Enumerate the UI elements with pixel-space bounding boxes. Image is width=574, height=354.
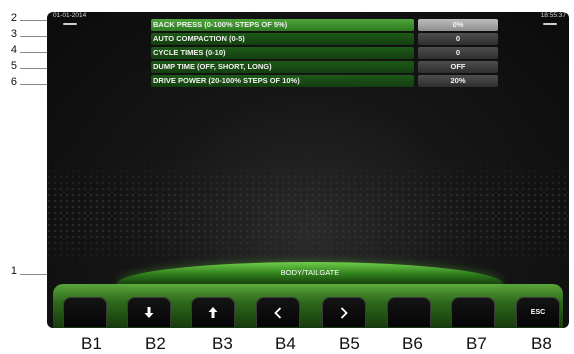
esc-label: ESC bbox=[530, 309, 546, 316]
callout-2: 2 bbox=[10, 12, 17, 24]
value-dump-time[interactable]: OFF bbox=[418, 61, 498, 73]
menu-item-cycle-times[interactable]: CYCLE TIMES (0-10) bbox=[151, 47, 414, 59]
label-b1: B1 bbox=[81, 334, 102, 353]
softkey-b5[interactable] bbox=[322, 297, 366, 327]
label-b3: B3 bbox=[212, 334, 233, 353]
time-display: 18:55:37 bbox=[540, 12, 566, 19]
softkey-b8[interactable]: ESC bbox=[516, 297, 560, 327]
date-underline bbox=[63, 23, 77, 25]
value-cycle-times[interactable]: 0 bbox=[418, 47, 498, 59]
softkey-b2[interactable] bbox=[127, 297, 171, 327]
value-back-press[interactable]: 0% bbox=[418, 19, 498, 31]
mesh-background bbox=[47, 157, 569, 267]
value-drive-power[interactable]: 20% bbox=[418, 75, 498, 87]
date-display: 01-01-2014 bbox=[53, 12, 87, 19]
label-b7: B7 bbox=[466, 334, 487, 353]
label-b6: B6 bbox=[402, 334, 423, 353]
menu-item-drive-power[interactable]: DRIVE POWER (20-100% STEPS OF 10%) bbox=[151, 75, 414, 87]
callout-6: 6 bbox=[10, 76, 17, 88]
callout-4: 4 bbox=[10, 44, 17, 56]
callout-1: 1 bbox=[10, 265, 17, 277]
menu-item-dump-time[interactable]: DUMP TIME (OFF, SHORT, LONG) bbox=[151, 61, 414, 73]
menu-item-back-press[interactable]: BACK PRESS (0-100% STEPS OF 5%) bbox=[151, 19, 414, 31]
display-screen: 01-01-2014 18:55:37 BACK PRESS (0-100% S… bbox=[47, 12, 569, 328]
arrow-up-icon bbox=[208, 307, 218, 318]
callout-3: 3 bbox=[10, 28, 17, 40]
softkey-b4[interactable] bbox=[256, 297, 300, 327]
callout-5: 5 bbox=[10, 60, 17, 72]
label-b8: B8 bbox=[531, 334, 552, 353]
figure: 2 3 4 5 6 1 01-01-2014 18:55:37 BACK PRE… bbox=[0, 0, 574, 354]
softkey-b7[interactable] bbox=[451, 297, 495, 327]
softkey-b3[interactable] bbox=[191, 297, 235, 327]
softkey-b1[interactable] bbox=[63, 297, 107, 327]
time-underline bbox=[543, 23, 557, 25]
arrow-down-icon bbox=[144, 307, 154, 318]
label-b4: B4 bbox=[275, 334, 296, 353]
label-b2: B2 bbox=[145, 334, 166, 353]
chevron-right-icon bbox=[340, 306, 348, 319]
menu-item-auto-compaction[interactable]: AUTO COMPACTION (0-5) bbox=[151, 33, 414, 45]
label-b5: B5 bbox=[339, 334, 360, 353]
softkey-b6[interactable] bbox=[387, 297, 431, 327]
chevron-left-icon bbox=[274, 306, 282, 319]
value-auto-compaction[interactable]: 0 bbox=[418, 33, 498, 45]
